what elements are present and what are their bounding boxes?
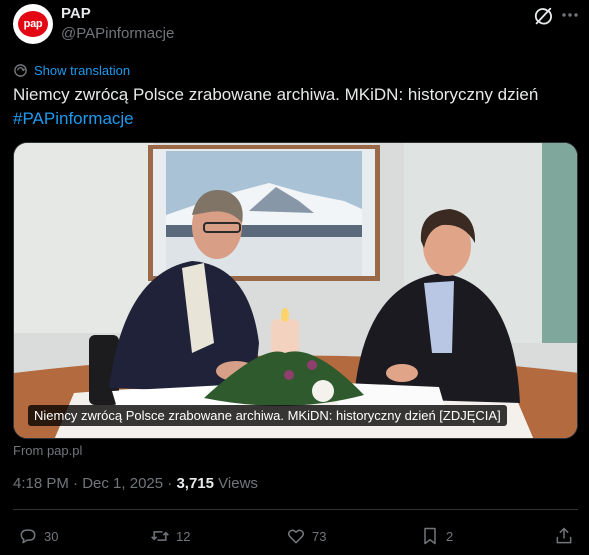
bookmark-button[interactable]: 2 bbox=[420, 525, 453, 547]
link-card-image[interactable] bbox=[13, 142, 578, 439]
translate-label: Show translation bbox=[34, 62, 131, 78]
divider bbox=[13, 509, 578, 510]
avatar[interactable]: pap bbox=[13, 4, 53, 44]
views-label: Views bbox=[218, 475, 258, 492]
more-icon[interactable] bbox=[560, 5, 580, 25]
grok-icon[interactable] bbox=[532, 5, 554, 27]
meta-separator: · bbox=[68, 475, 83, 492]
tweet-meta: 4:18 PM · Dec 1, 2025 · 3,715 Views bbox=[13, 475, 258, 492]
author-handle[interactable]: @PAPinformacje bbox=[61, 25, 174, 42]
bookmark-icon bbox=[424, 527, 436, 545]
tweet-body: Niemcy zwrócą Polsce zrabowane archiwa. … bbox=[13, 85, 539, 104]
show-translation-button[interactable]: Show translation bbox=[13, 61, 130, 79]
tweet-date[interactable]: Dec 1, 2025 bbox=[82, 475, 163, 492]
translate-icon bbox=[14, 63, 27, 77]
repost-count: 12 bbox=[176, 528, 191, 544]
link-source[interactable]: From pap.pl bbox=[13, 443, 82, 458]
repost-button[interactable]: 12 bbox=[150, 525, 190, 547]
heart-icon bbox=[287, 529, 305, 544]
meta-separator-2: · bbox=[163, 475, 177, 492]
hashtag-link[interactable]: #PAPinformacje bbox=[13, 109, 134, 128]
share-icon bbox=[556, 527, 572, 544]
tweet-time[interactable]: 4:18 PM bbox=[13, 475, 69, 492]
reply-button[interactable]: 30 bbox=[18, 525, 58, 547]
reply-count: 30 bbox=[44, 528, 59, 544]
views-count: 3,715 bbox=[176, 475, 214, 492]
pap-logo-text: pap bbox=[23, 18, 43, 30]
pap-logo: pap bbox=[18, 11, 48, 37]
bookmark-count: 2 bbox=[446, 528, 454, 544]
share-button[interactable] bbox=[554, 525, 574, 547]
link-card-caption: Niemcy zwrócą Polsce zrabowane archiwa. … bbox=[28, 405, 507, 426]
tweet-text: Niemcy zwrócą Polsce zrabowane archiwa. … bbox=[13, 83, 578, 131]
repost-icon bbox=[151, 531, 169, 541]
signing-photo bbox=[14, 143, 577, 438]
like-button[interactable]: 73 bbox=[286, 525, 326, 547]
like-count: 73 bbox=[312, 528, 327, 544]
reply-icon bbox=[20, 529, 36, 544]
author-name[interactable]: PAP bbox=[61, 5, 91, 22]
